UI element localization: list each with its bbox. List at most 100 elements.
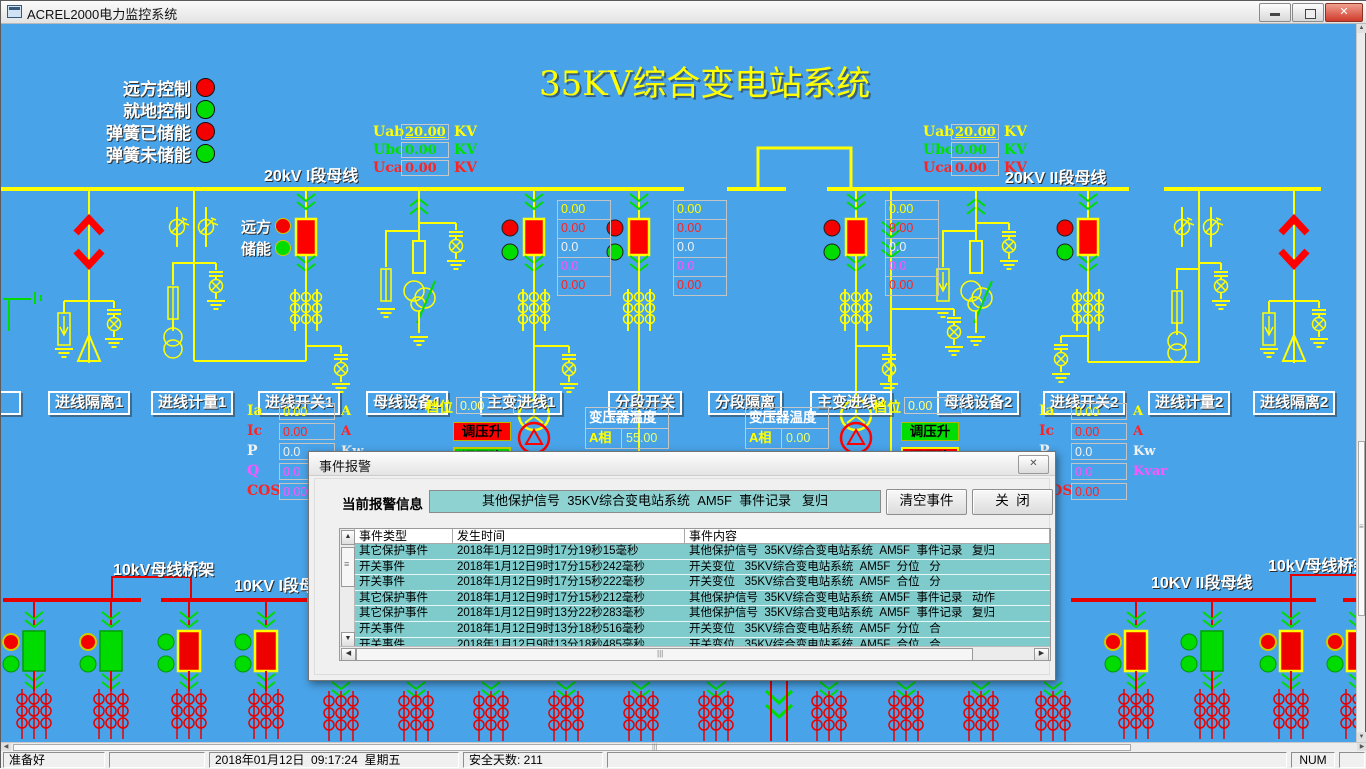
green-lamp-icon (196, 144, 215, 163)
scroll-down-icon[interactable]: ▼ (1357, 732, 1366, 742)
bay-bus-equipment-2 (934, 191, 1018, 345)
canvas-hscrollbar[interactable]: ◀ ▶ (1, 742, 1366, 751)
scroll-up-icon[interactable]: ▲ (1357, 23, 1366, 33)
ubc-value[interactable]: 0.00 (401, 142, 449, 158)
event-row[interactable]: 开关事件 2018年1月12日9时17分15秒222毫秒 开关变位 35KV综合… (355, 575, 1050, 591)
close-button[interactable]: ✕ (1325, 3, 1363, 22)
status-num-lock: NUM (1291, 752, 1335, 768)
breaker-inline-1 (296, 219, 316, 255)
tap-up-button-right[interactable]: 调压升 (901, 422, 959, 441)
event-row[interactable]: 其它保护事件 2018年1月12日9时13分22秒283毫秒 其他保护信号 35… (355, 606, 1050, 622)
restore-button[interactable] (1292, 3, 1324, 22)
vscroll-thumb[interactable] (341, 547, 355, 587)
status-bar: 准备好 2018年01月12日 09:17:24 星期五 安全天数: 211 N… (1, 751, 1366, 769)
diagram-title: 35KV综合变电站系统 (539, 56, 870, 105)
scroll-right-icon[interactable]: ▶ (1034, 648, 1049, 661)
app-icon (7, 5, 22, 18)
scroll-down-icon[interactable]: ▼ (341, 632, 355, 647)
bay-label-12[interactable]: 进线隔离2 (1253, 391, 1335, 415)
window-titlebar: ACREL2000电力监控系统 ✕ (1, 1, 1366, 24)
scroll-left-icon[interactable]: ◀ (341, 648, 356, 661)
tap-value-left: 0.00 (456, 397, 514, 414)
col-event-time[interactable]: 发生时间 (453, 529, 685, 544)
vscroll-thumb[interactable] (1358, 441, 1365, 616)
bridge-right-label: 10kV母线桥架 (1268, 552, 1358, 576)
indicator-red (502, 220, 518, 236)
dialog-title: 事件报警 (319, 456, 371, 475)
uca-value[interactable]: 0.00 (401, 160, 449, 176)
bay-inline-metering-2 (1168, 191, 1230, 362)
dialog-close-button[interactable]: ✕ (1018, 455, 1049, 474)
breaker1-status: 远方 储能 (241, 215, 291, 259)
scroll-up-icon[interactable]: ▲ (341, 530, 355, 545)
current-alarm-label: 当前报警信息 (342, 493, 423, 513)
uca-value[interactable]: 0.00 (951, 160, 999, 176)
bus1-label: 20kV I段母线 (264, 162, 358, 186)
voltage-panel-right: Uab20.00KV Ubc0.00KV Uca0.00KV (923, 123, 1027, 177)
event-row[interactable]: 开关事件 2018年1月12日9时13分18秒516毫秒 开关变位 35KV综合… (355, 622, 1050, 638)
uab-value[interactable]: 20.00 (951, 124, 999, 140)
bus-10kv-2-label: 10KV II段母线 (1151, 569, 1252, 593)
bus-bridge-right (1291, 575, 1358, 598)
dialog-titlebar[interactable]: 事件报警 (309, 452, 1055, 476)
red-lamp-icon (196, 122, 215, 141)
tap-value-right: 0.00 (904, 397, 962, 414)
canvas-vscrollbar[interactable]: ▲ ▼ (1356, 23, 1365, 742)
charge-lamp-icon (275, 240, 291, 256)
bay-inline-breaker-2 (1052, 191, 1199, 382)
indicator-green (502, 244, 518, 260)
bay-label-1[interactable]: 进线隔离1 (48, 391, 130, 415)
event-table: ▲ ▼ 事件类型 发生时间 事件内容 其它保护事件 2018年1月12日9时17… (339, 528, 1051, 661)
status-empty-2 (607, 752, 1287, 768)
status-datetime: 2018年01月12日 09:17:24 星期五 (209, 752, 459, 768)
event-row[interactable]: 其它保护事件 2018年1月12日9时17分19秒15毫秒 其他保护信号 35K… (355, 544, 1050, 560)
event-alarm-dialog: 事件报警 ✕ 当前报警信息 其他保护信号 35KV综合变电站系统 AM5F 事件… (308, 451, 1056, 681)
hscroll-thumb[interactable] (356, 648, 973, 661)
ubc-value[interactable]: 0.00 (951, 142, 999, 158)
current-alarm-info: 其他保护信号 35KV综合变电站系统 AM5F 事件记录 复归 (429, 490, 881, 513)
clear-events-button[interactable]: 清空事件 (886, 489, 967, 515)
app-window: ACREL2000电力监控系统 ✕ (0, 0, 1366, 768)
col-event-type[interactable]: 事件类型 (355, 529, 453, 544)
breaker-inline-2 (1078, 219, 1098, 255)
transformer-temp-right: 变压器温度 A相0.00 (745, 407, 829, 449)
breaker-transformer-1 (524, 219, 544, 255)
tap-up-button-left[interactable]: 调压升 (453, 422, 511, 441)
legend: 远方控制 就地控制 弹簧已储能 弹簧未储能 (39, 76, 215, 164)
status-ready: 准备好 (3, 752, 105, 768)
uab-value[interactable]: 20.00 (401, 124, 449, 140)
mid-feeder-cts (324, 679, 1070, 741)
hscroll-thumb[interactable] (13, 744, 1131, 751)
meas-box-2: 0.00 0.00 0.0 0.0 0.00 (673, 200, 727, 296)
col-event-content[interactable]: 事件内容 (685, 529, 1050, 544)
minimize-button[interactable] (1259, 3, 1291, 22)
partial-label-box[interactable] (1, 391, 21, 415)
status-empty-3 (1339, 752, 1365, 768)
bay-inline-breaker-1 (291, 191, 351, 392)
window-title: ACREL2000电力监控系统 (27, 4, 177, 23)
event-row[interactable]: 其它保护事件 2018年1月12日9时17分15秒212毫秒 其他保护信号 35… (355, 591, 1050, 607)
event-row[interactable]: 开关事件 2018年1月12日9时13分18秒485毫秒 开关变位 35KV综合… (355, 638, 1050, 646)
event-row[interactable]: 开关事件 2018年1月12日9时17分15秒242毫秒 开关变位 35KV综合… (355, 560, 1050, 576)
legend-item: 就地控制 (39, 98, 215, 120)
status-empty-1 (109, 752, 205, 768)
breaker-transformer-2 (846, 219, 866, 255)
legend-item: 弹簧已储能 (39, 120, 215, 142)
event-table-hscrollbar[interactable]: ◀ ▶ (340, 646, 1050, 660)
bus-bridge-left (112, 577, 191, 598)
red-lamp-icon (196, 78, 215, 97)
event-table-vscrollbar[interactable]: ▲ ▼ (340, 529, 355, 646)
bay-label-2[interactable]: 进线计量1 (151, 391, 233, 415)
tap-label-right: 档位 (873, 397, 901, 417)
tap-label-left: 档位 (425, 397, 453, 417)
green-lamp-icon (196, 100, 215, 119)
legend-item: 弹簧未储能 (39, 142, 215, 164)
event-table-header: 事件类型 发生时间 事件内容 (355, 529, 1050, 544)
bay-inline-isolator-2 (1260, 191, 1328, 363)
event-table-rows: 其它保护事件 2018年1月12日9时17分19秒15毫秒 其他保护信号 35K… (355, 544, 1050, 646)
transformer-temp-left: 变压器温度 A相55.00 (585, 407, 669, 449)
remote-lamp-icon (275, 218, 291, 234)
close-dialog-button[interactable]: 关 闭 (972, 489, 1053, 515)
bay-inline-isolator-1 (55, 191, 123, 363)
meas-box-3: 0.00 0.00 0.0 0.0 0.00 (885, 200, 939, 296)
